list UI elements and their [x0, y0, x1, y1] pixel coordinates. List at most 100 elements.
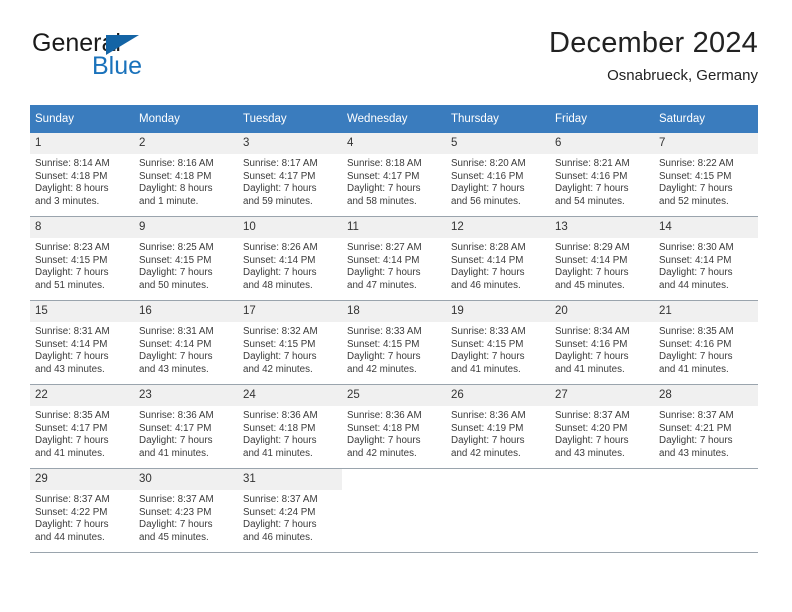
day-cell[interactable]: 21 Sunrise: 8:35 AM Sunset: 4:16 PM Dayligh…: [654, 301, 758, 385]
day-cell[interactable]: 31 Sunrise: 8:37 AM Sunset: 4:24 PM Dayligh…: [238, 469, 342, 553]
sunrise-text: Sunrise: 8:30 AM: [659, 242, 734, 253]
daylight-line1-text: Daylight: 7 hours: [555, 267, 629, 279]
daylight-line1-text: Daylight: 7 hours: [243, 435, 317, 447]
calendar-cell: 12 Sunrise: 8:28 AM Sunset: 4:14 PM Dayligh…: [446, 217, 550, 301]
calendar-cell: 17 Sunrise: 8:32 AM Sunset: 4:15 PM Dayligh…: [238, 301, 342, 385]
day-number: 27: [550, 385, 654, 406]
day-cell[interactable]: 28 Sunrise: 8:37 AM Sunset: 4:21 PM Dayligh…: [654, 385, 758, 469]
daylight-line2-text: and 1 minute.: [139, 195, 199, 207]
day-info: Sunrise: 8:37 AM Sunset: 4:24 PM Daylight:…: [238, 490, 342, 546]
day-cell[interactable]: 1 Sunrise: 8:14 AM Sunset: 4:18 PM Daylight…: [30, 133, 134, 217]
day-number: 29: [30, 469, 134, 490]
day-cell[interactable]: 22 Sunrise: 8:35 AM Sunset: 4:17 PM Dayligh…: [30, 385, 134, 469]
day-number: 12: [446, 217, 550, 238]
day-cell[interactable]: 16 Sunrise: 8:31 AM Sunset: 4:14 PM Dayligh…: [134, 301, 238, 385]
daylight-line1-text: Daylight: 7 hours: [555, 351, 629, 363]
day-info: Sunrise: 8:14 AM Sunset: 4:18 PM Daylight:…: [30, 154, 134, 210]
day-info: Sunrise: 8:37 AM Sunset: 4:20 PM Daylight:…: [550, 406, 654, 462]
sunrise-text: Sunrise: 8:37 AM: [243, 494, 318, 505]
sunrise-text: Sunrise: 8:25 AM: [139, 242, 214, 253]
day-cell[interactable]: 24 Sunrise: 8:36 AM Sunset: 4:18 PM Dayligh…: [238, 385, 342, 469]
calendar-cell: 28 Sunrise: 8:37 AM Sunset: 4:21 PM Dayligh…: [654, 385, 758, 469]
daylight-line1-text: Daylight: 7 hours: [35, 267, 109, 279]
sunset-text: Sunset: 4:15 PM: [139, 254, 212, 266]
day-cell[interactable]: 12 Sunrise: 8:28 AM Sunset: 4:14 PM Dayligh…: [446, 217, 550, 301]
daylight-line2-text: and 46 minutes.: [243, 531, 313, 543]
day-number: [654, 469, 758, 490]
day-cell[interactable]: 25 Sunrise: 8:36 AM Sunset: 4:18 PM Dayligh…: [342, 385, 446, 469]
day-info: Sunrise: 8:27 AM Sunset: 4:14 PM Daylight:…: [342, 238, 446, 294]
day-cell[interactable]: 5 Sunrise: 8:20 AM Sunset: 4:16 PM Daylight…: [446, 133, 550, 217]
day-cell[interactable]: 29 Sunrise: 8:37 AM Sunset: 4:22 PM Dayligh…: [30, 469, 134, 553]
daylight-line2-text: and 45 minutes.: [555, 279, 625, 291]
sunrise-text: Sunrise: 8:36 AM: [347, 410, 422, 421]
daylight-line1-text: Daylight: 7 hours: [347, 351, 421, 363]
daylight-line1-text: Daylight: 7 hours: [555, 435, 629, 447]
daylight-line2-text: and 41 minutes.: [139, 447, 209, 459]
day-cell[interactable]: 9 Sunrise: 8:25 AM Sunset: 4:15 PM Daylight…: [134, 217, 238, 301]
day-info: Sunrise: 8:16 AM Sunset: 4:18 PM Daylight:…: [134, 154, 238, 210]
day-info: Sunrise: 8:31 AM Sunset: 4:14 PM Daylight:…: [134, 322, 238, 378]
day-number: 20: [550, 301, 654, 322]
day-info: Sunrise: 8:36 AM Sunset: 4:19 PM Daylight:…: [446, 406, 550, 462]
sunrise-text: Sunrise: 8:36 AM: [451, 410, 526, 421]
daylight-line2-text: and 41 minutes.: [451, 363, 521, 375]
sunset-text: Sunset: 4:14 PM: [139, 338, 212, 350]
day-info: Sunrise: 8:37 AM Sunset: 4:22 PM Daylight:…: [30, 490, 134, 546]
day-cell[interactable]: 23 Sunrise: 8:36 AM Sunset: 4:17 PM Dayligh…: [134, 385, 238, 469]
sunset-text: Sunset: 4:14 PM: [451, 254, 524, 266]
day-cell[interactable]: 10 Sunrise: 8:26 AM Sunset: 4:14 PM Dayligh…: [238, 217, 342, 301]
day-cell[interactable]: 27 Sunrise: 8:37 AM Sunset: 4:20 PM Dayligh…: [550, 385, 654, 469]
daylight-line2-text: and 52 minutes.: [659, 195, 729, 207]
sunrise-text: Sunrise: 8:16 AM: [139, 158, 214, 169]
sunrise-text: Sunrise: 8:23 AM: [35, 242, 110, 253]
sunset-text: Sunset: 4:18 PM: [347, 422, 420, 434]
daylight-line2-text: and 3 minutes.: [35, 195, 100, 207]
day-cell[interactable]: 13 Sunrise: 8:29 AM Sunset: 4:14 PM Dayligh…: [550, 217, 654, 301]
sunset-text: Sunset: 4:16 PM: [659, 338, 732, 350]
daylight-line1-text: Daylight: 7 hours: [451, 183, 525, 195]
day-cell[interactable]: 11 Sunrise: 8:27 AM Sunset: 4:14 PM Dayligh…: [342, 217, 446, 301]
day-cell[interactable]: 20 Sunrise: 8:34 AM Sunset: 4:16 PM Dayligh…: [550, 301, 654, 385]
page-title: December 2024: [549, 27, 758, 59]
day-number: 4: [342, 133, 446, 154]
daylight-line2-text: and 43 minutes.: [659, 447, 729, 459]
day-cell[interactable]: 18 Sunrise: 8:33 AM Sunset: 4:15 PM Dayligh…: [342, 301, 446, 385]
day-cell[interactable]: 3 Sunrise: 8:17 AM Sunset: 4:17 PM Daylight…: [238, 133, 342, 217]
day-info: Sunrise: 8:37 AM Sunset: 4:21 PM Daylight:…: [654, 406, 758, 462]
day-cell-empty: [342, 469, 446, 553]
day-cell[interactable]: 17 Sunrise: 8:32 AM Sunset: 4:15 PM Dayligh…: [238, 301, 342, 385]
day-number: 11: [342, 217, 446, 238]
calendar-cell: 8 Sunrise: 8:23 AM Sunset: 4:15 PM Daylight…: [30, 217, 134, 301]
weekday-header-monday: Monday: [134, 105, 238, 133]
day-cell[interactable]: 8 Sunrise: 8:23 AM Sunset: 4:15 PM Daylight…: [30, 217, 134, 301]
calendar-week-row: 29 Sunrise: 8:37 AM Sunset: 4:22 PM Dayligh…: [30, 469, 758, 553]
daylight-line1-text: Daylight: 7 hours: [139, 435, 213, 447]
daylight-line1-text: Daylight: 7 hours: [139, 267, 213, 279]
calendar-cell: 29 Sunrise: 8:37 AM Sunset: 4:22 PM Dayligh…: [30, 469, 134, 553]
day-cell[interactable]: 30 Sunrise: 8:37 AM Sunset: 4:23 PM Dayligh…: [134, 469, 238, 553]
sunrise-text: Sunrise: 8:27 AM: [347, 242, 422, 253]
daylight-line2-text: and 48 minutes.: [243, 279, 313, 291]
sunset-text: Sunset: 4:19 PM: [451, 422, 524, 434]
day-cell[interactable]: 7 Sunrise: 8:22 AM Sunset: 4:15 PM Daylight…: [654, 133, 758, 217]
day-number: 24: [238, 385, 342, 406]
day-cell[interactable]: 15 Sunrise: 8:31 AM Sunset: 4:14 PM Dayligh…: [30, 301, 134, 385]
day-cell[interactable]: 14 Sunrise: 8:30 AM Sunset: 4:14 PM Dayligh…: [654, 217, 758, 301]
day-cell-empty: [550, 469, 654, 553]
sunrise-text: Sunrise: 8:37 AM: [35, 494, 110, 505]
location-subtitle: Osnabrueck, Germany: [607, 67, 758, 84]
day-cell[interactable]: 19 Sunrise: 8:33 AM Sunset: 4:15 PM Dayligh…: [446, 301, 550, 385]
daylight-line2-text: and 44 minutes.: [35, 531, 105, 543]
day-cell[interactable]: 26 Sunrise: 8:36 AM Sunset: 4:19 PM Dayligh…: [446, 385, 550, 469]
day-cell[interactable]: 4 Sunrise: 8:18 AM Sunset: 4:17 PM Daylight…: [342, 133, 446, 217]
daylight-line2-text: and 42 minutes.: [243, 363, 313, 375]
sunset-text: Sunset: 4:22 PM: [35, 506, 108, 518]
day-info: Sunrise: 8:34 AM Sunset: 4:16 PM Daylight:…: [550, 322, 654, 378]
day-number: 21: [654, 301, 758, 322]
day-cell[interactable]: 2 Sunrise: 8:16 AM Sunset: 4:18 PM Daylight…: [134, 133, 238, 217]
daylight-line1-text: Daylight: 7 hours: [35, 435, 109, 447]
day-cell[interactable]: 6 Sunrise: 8:21 AM Sunset: 4:16 PM Daylight…: [550, 133, 654, 217]
daylight-line1-text: Daylight: 7 hours: [659, 183, 733, 195]
day-number: 7: [654, 133, 758, 154]
